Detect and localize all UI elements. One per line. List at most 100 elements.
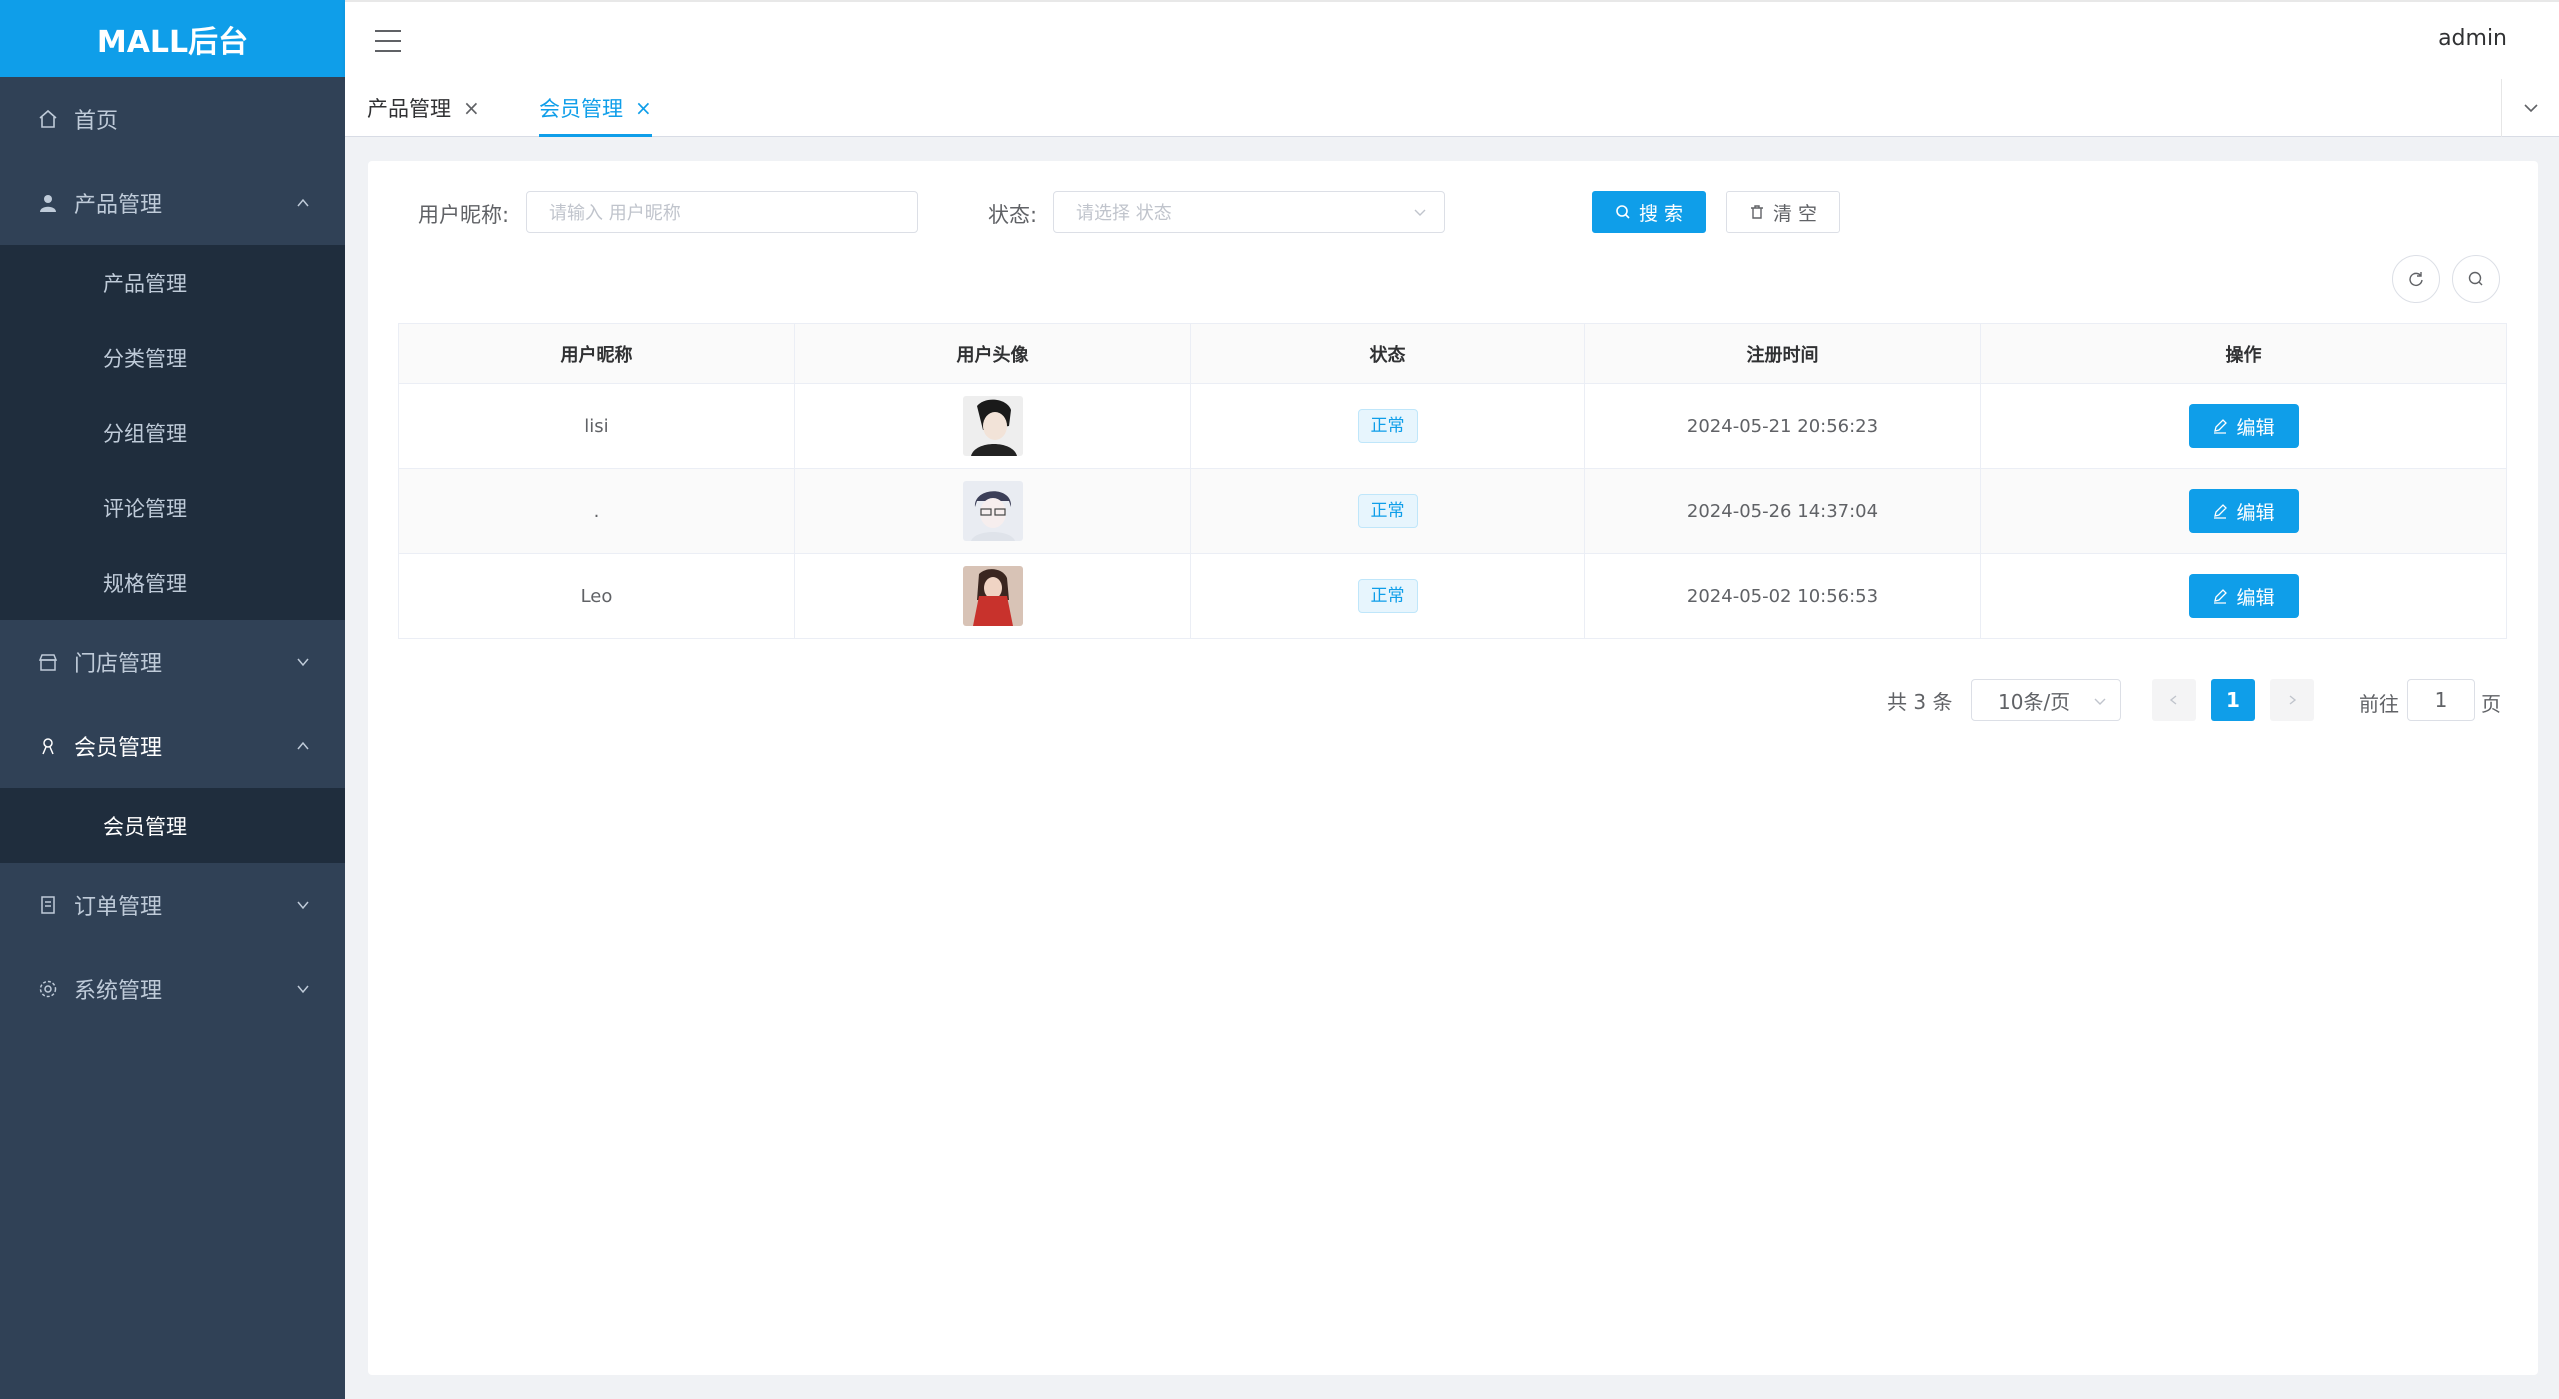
tabs-dropdown-button[interactable] — [2501, 79, 2559, 137]
menu-store[interactable]: 门店管理 — [0, 620, 345, 704]
table-row: Leo 正常 2024-05-02 10:56:53 编辑 — [398, 553, 2507, 639]
edit-button-label: 编辑 — [2236, 586, 2275, 609]
search-icon — [1615, 204, 1631, 220]
user-icon — [36, 191, 60, 215]
submenu-item-category[interactable]: 分类管理 — [0, 320, 345, 395]
submenu-item-member[interactable]: 会员管理 — [0, 788, 345, 863]
submenu-item-product[interactable]: 产品管理 — [0, 245, 345, 320]
nickname-cell: . — [398, 468, 795, 554]
search-button-label: 搜 索 — [1638, 202, 1684, 225]
app-logo[interactable]: MALL后台 — [0, 0, 345, 77]
chevron-down-icon — [2094, 698, 2106, 705]
status-cell: 正常 — [1190, 468, 1585, 554]
tab-label: 产品管理 — [367, 97, 451, 121]
search-button[interactable]: 搜 索 — [1592, 191, 1706, 233]
member-icon — [36, 734, 60, 758]
search-icon — [2468, 271, 2483, 286]
nickname-label: 用户昵称: — [418, 203, 510, 227]
menu-product-label: 产品管理 — [74, 193, 163, 218]
nickname-cell: Leo — [398, 553, 795, 639]
chevron-up-icon — [295, 195, 311, 211]
avatar-cell — [794, 468, 1191, 554]
submenu-item-group[interactable]: 分组管理 — [0, 395, 345, 470]
column-header: 用户昵称 — [398, 323, 795, 384]
avatar[interactable] — [962, 481, 1023, 541]
hamburger-icon[interactable] — [375, 30, 401, 52]
menu-store-label: 门店管理 — [74, 652, 163, 677]
edit-button[interactable]: 编辑 — [2188, 404, 2299, 448]
menu-system-label: 系统管理 — [74, 979, 163, 1004]
next-page-button[interactable] — [2270, 679, 2314, 721]
close-icon[interactable]: × — [463, 96, 480, 120]
user-menu[interactable]: admin — [2438, 26, 2507, 51]
edit-icon — [2212, 588, 2228, 604]
edit-icon — [2212, 418, 2228, 434]
registered-cell: 2024-05-02 10:56:53 — [1584, 553, 1981, 639]
table-header-row: 用户昵称 用户头像 状态 注册时间 操作 — [398, 323, 2507, 384]
close-icon[interactable]: × — [635, 96, 652, 120]
action-cell: 编辑 — [1980, 553, 2507, 639]
content-card: 用户昵称: 请输入 用户昵称 状态: 请选择 状态 搜 索 清 空 用户昵称 用… — [368, 161, 2538, 1375]
prev-page-button[interactable] — [2152, 679, 2196, 721]
menu-product[interactable]: 产品管理 — [0, 161, 345, 245]
status-select-placeholder: 请选择 状态 — [1076, 203, 1172, 224]
chevron-down-icon — [295, 654, 311, 670]
trash-icon — [1749, 204, 1765, 220]
column-header: 状态 — [1190, 323, 1585, 384]
menu-order-label: 订单管理 — [74, 895, 163, 920]
avatar[interactable] — [962, 566, 1023, 626]
page-size-select[interactable]: 10条/页 — [1971, 679, 2121, 721]
edit-button[interactable]: 编辑 — [2188, 574, 2299, 618]
menu-member[interactable]: 会员管理 — [0, 704, 345, 788]
action-cell: 编辑 — [1980, 468, 2507, 554]
tab-product[interactable]: 产品管理 × — [367, 91, 480, 125]
product-submenu: 产品管理 分类管理 分组管理 评论管理 规格管理 — [0, 245, 345, 620]
avatar[interactable] — [962, 396, 1023, 456]
column-header: 注册时间 — [1584, 323, 1981, 384]
pagination-total: 共 3 条 — [1887, 690, 1953, 714]
clear-button[interactable]: 清 空 — [1726, 191, 1840, 233]
chevron-left-icon — [2169, 695, 2177, 705]
status-badge: 正常 — [1357, 494, 1418, 528]
refresh-icon — [2409, 272, 2423, 286]
toggle-search-button[interactable] — [2452, 255, 2500, 303]
chevron-down-icon — [1414, 209, 1426, 216]
refresh-button[interactable] — [2392, 255, 2440, 303]
menu-member-label: 会员管理 — [74, 736, 163, 761]
page-number-current[interactable]: 1 — [2211, 679, 2255, 721]
chevron-up-icon — [295, 738, 311, 754]
action-cell: 编辑 — [1980, 383, 2507, 469]
page-size-value: 10条/页 — [1998, 689, 2071, 714]
edit-icon — [2212, 503, 2228, 519]
menu-home[interactable]: 首页 — [0, 77, 345, 161]
submenu-item-review[interactable]: 评论管理 — [0, 470, 345, 545]
goto-label: 前往 — [2359, 692, 2399, 716]
registered-cell: 2024-05-21 20:56:23 — [1584, 383, 1981, 469]
clear-button-label: 清 空 — [1772, 202, 1818, 225]
status-label: 状态: — [988, 203, 1038, 227]
goto-page-input[interactable]: 1 — [2407, 679, 2475, 721]
nickname-input[interactable]: 请输入 用户昵称 — [526, 191, 918, 233]
status-cell: 正常 — [1190, 383, 1585, 469]
member-table: 用户昵称 用户头像 状态 注册时间 操作 lisi 正常 2024-05-21 … — [398, 323, 2507, 639]
edit-button[interactable]: 编辑 — [2188, 489, 2299, 533]
edit-button-label: 编辑 — [2236, 501, 2275, 524]
status-badge: 正常 — [1357, 579, 1418, 613]
submenu-item-spec[interactable]: 规格管理 — [0, 545, 345, 620]
table-row: lisi 正常 2024-05-21 20:56:23 编辑 — [398, 383, 2507, 469]
chevron-down-icon — [295, 897, 311, 913]
menu-home-label: 首页 — [74, 109, 119, 134]
page-unit-label: 页 — [2481, 692, 2501, 716]
status-badge: 正常 — [1357, 409, 1418, 443]
home-icon — [36, 107, 60, 131]
chevron-right-icon — [2289, 695, 2297, 705]
status-select[interactable]: 请选择 状态 — [1053, 191, 1445, 233]
menu-system[interactable]: 系统管理 — [0, 947, 345, 1031]
sidebar: MALL后台 首页 产品管理 产品管理 分类管理 分组管理 评论管理 规格管理 … — [0, 0, 345, 1399]
column-header: 操作 — [1980, 323, 2507, 384]
tab-label: 会员管理 — [539, 97, 623, 121]
member-submenu: 会员管理 — [0, 788, 345, 863]
order-icon — [36, 893, 60, 917]
menu-order[interactable]: 订单管理 — [0, 863, 345, 947]
tab-member[interactable]: 会员管理 × — [539, 91, 652, 137]
